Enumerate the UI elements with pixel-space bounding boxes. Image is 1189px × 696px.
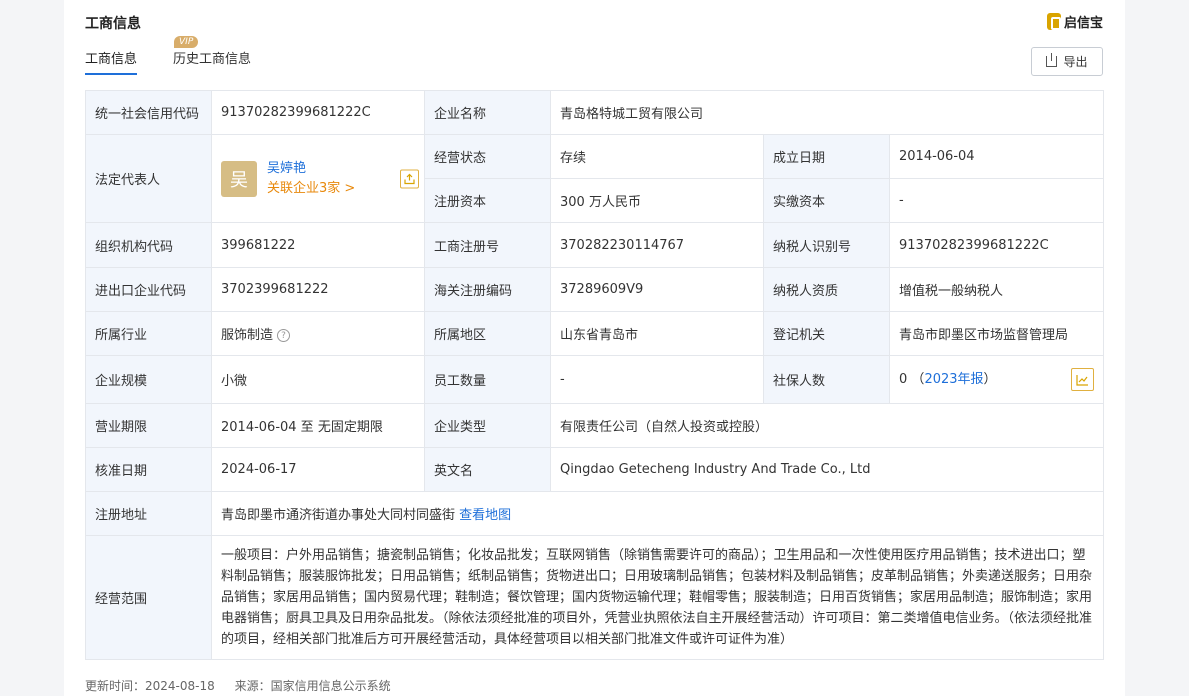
en-name-label: 英文名 (424, 447, 551, 492)
taxpayer-type-value: 增值税一般纳税人 (888, 267, 1105, 312)
trend-chart-icon[interactable] (1071, 368, 1095, 391)
scale-value: 小微 (211, 355, 425, 404)
taxpayer-id-value: 91370282399681222C (888, 222, 1105, 268)
address-cell: 青岛即墨市通济街道办事处大同村同盛街 查看地图 (210, 491, 1105, 536)
qixinbao-logo: 启信宝 (1046, 12, 1103, 31)
term-label: 营业期限 (85, 403, 212, 448)
update-time: 更新时间：2024-08-18 (85, 679, 215, 693)
authority-value: 青岛市即墨区市场监督管理局 (888, 311, 1105, 356)
staff-label: 员工数量 (424, 355, 551, 404)
reg-capital-value: 300 万人民币 (550, 178, 764, 223)
scope-label: 经营范围 (85, 535, 212, 660)
credit-code-label: 统一社会信用代码 (85, 90, 212, 135)
legal-rep-cell: 吴 吴婷艳 关联企业3家 > (211, 134, 425, 223)
business-info-card: 工商信息 启信宝 工商信息 VIP 历史工商信息 导出 统一社会信用代码 913… (64, 0, 1125, 696)
insured-cell: 0 （2023年报） (888, 355, 1105, 404)
company-name-label: 企业名称 (424, 90, 551, 135)
type-label: 企业类型 (424, 403, 551, 448)
insured-value: 0 (899, 372, 908, 387)
section-title: 工商信息 (85, 16, 141, 32)
legal-rep-name-link[interactable]: 吴婷艳 (267, 159, 355, 179)
ie-code-label: 进出口企业代码 (85, 267, 212, 312)
company-name-value: 青岛格特城工贸有限公司 (549, 90, 1105, 135)
customs-code-label: 海关注册编码 (424, 267, 551, 312)
org-code-value: 399681222 (211, 222, 425, 268)
taxpayer-id-label: 纳税人识别号 (763, 222, 890, 268)
logo-icon (1046, 13, 1061, 30)
industry-value: 服饰制造 (221, 328, 274, 343)
view-map-link[interactable]: 查看地图 (459, 508, 511, 523)
type-value: 有限责任公司（自然人投资或控股） (549, 403, 1105, 448)
term-value: 2014-06-04 至 无固定期限 (211, 403, 425, 448)
founded-label: 成立日期 (763, 134, 890, 179)
address-label: 注册地址 (85, 491, 212, 536)
scope-value: 一般项目：户外用品销售；搪瓷制品销售；化妆品批发；互联网销售（除销售需要许可的商… (210, 535, 1105, 660)
export-button[interactable]: 导出 (1031, 47, 1103, 76)
tab-business-info[interactable]: 工商信息 (85, 48, 138, 75)
reg-no-value: 370282230114767 (550, 222, 764, 268)
industry-label: 所属行业 (85, 311, 212, 356)
footer-meta: 更新时间：2024-08-18 来源：国家信用信息公示系统 (85, 677, 407, 694)
approved-label: 核准日期 (85, 447, 212, 492)
vip-badge: VIP (174, 36, 199, 48)
data-source: 来源：国家信用信息公示系统 (234, 679, 391, 693)
status-label: 经营状态 (424, 134, 551, 179)
founded-value: 2014-06-04 (888, 134, 1105, 179)
reg-no-label: 工商注册号 (424, 222, 551, 268)
region-value: 山东省青岛市 (550, 311, 764, 356)
address-value: 青岛即墨市通济街道办事处大同村同盛街 (221, 508, 456, 523)
insured-label: 社保人数 (763, 355, 890, 404)
industry-cell: 服饰制造? (211, 311, 425, 356)
ie-code-value: 3702399681222 (211, 267, 425, 312)
en-name-value: Qingdao Getecheng Industry And Trade Co.… (549, 447, 1105, 492)
share-icon[interactable] (400, 169, 419, 188)
tab-bar: 工商信息 VIP 历史工商信息 (85, 36, 251, 75)
taxpayer-type-label: 纳税人资质 (763, 267, 890, 312)
business-info-table: 统一社会信用代码 91370282399681222C 企业名称 青岛格特城工贸… (85, 90, 1105, 660)
help-icon[interactable]: ? (277, 329, 291, 342)
paid-capital-label: 实缴资本 (763, 178, 890, 223)
region-label: 所属地区 (424, 311, 551, 356)
reg-capital-label: 注册资本 (424, 178, 551, 223)
approved-value: 2024-06-17 (211, 447, 425, 492)
authority-label: 登记机关 (763, 311, 890, 356)
tab-history-business-info[interactable]: VIP 历史工商信息 (173, 36, 251, 73)
legal-rep-label: 法定代表人 (85, 134, 212, 223)
related-companies-link[interactable]: 关联企业3家 > (267, 179, 355, 199)
staff-value: - (550, 355, 764, 404)
credit-code-value: 91370282399681222C (211, 90, 425, 135)
status-value: 存续 (550, 134, 764, 179)
annual-report-link[interactable]: 2023年报 (924, 372, 983, 387)
customs-code-value: 37289609V9 (550, 267, 764, 312)
avatar: 吴 (221, 160, 257, 197)
scale-label: 企业规模 (85, 355, 212, 404)
export-icon (1046, 53, 1058, 67)
org-code-label: 组织机构代码 (85, 222, 212, 268)
paid-capital-value: - (888, 178, 1105, 223)
